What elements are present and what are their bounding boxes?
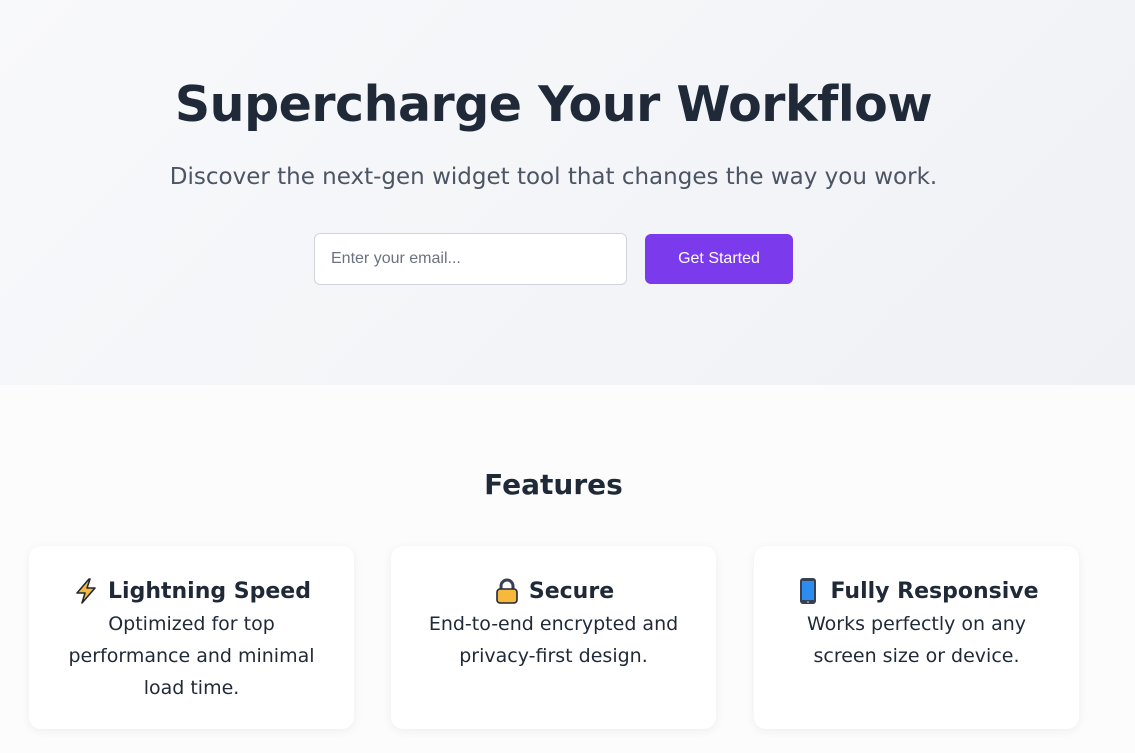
feature-card-header: Secure <box>411 576 696 606</box>
hero-subtitle: Discover the next-gen widget tool that c… <box>169 164 938 190</box>
feature-card-header: Lightning Speed <box>49 576 334 606</box>
feature-card-fully-responsive: Fully Responsive Works perfectly on any … <box>754 546 1079 729</box>
lock-icon <box>493 577 521 605</box>
feature-card-header: Fully Responsive <box>774 576 1059 606</box>
feature-card-lightning-speed: Lightning Speed Optimized for top perfor… <box>29 546 354 729</box>
feature-description: End-to-end encrypted and privacy-first d… <box>428 613 679 667</box>
lightning-icon <box>72 577 100 605</box>
feature-description: Works perfectly on any screen size or de… <box>806 613 1027 667</box>
features-title: Features <box>484 468 623 501</box>
feature-description: Optimized for top performance and minima… <box>68 613 315 699</box>
hero-section: Supercharge Your Workflow Discover the n… <box>0 0 1135 385</box>
hero-title: Supercharge Your Workflow <box>174 76 933 133</box>
feature-title: Secure <box>528 578 615 604</box>
feature-title: Fully Responsive <box>830 578 1039 604</box>
get-started-button[interactable]: Get Started <box>645 234 793 284</box>
feature-title: Lightning Speed <box>108 578 311 604</box>
email-input[interactable] <box>314 233 627 285</box>
feature-card-secure: Secure End-to-end encrypted and privacy-… <box>391 546 716 729</box>
phone-icon <box>794 577 822 605</box>
